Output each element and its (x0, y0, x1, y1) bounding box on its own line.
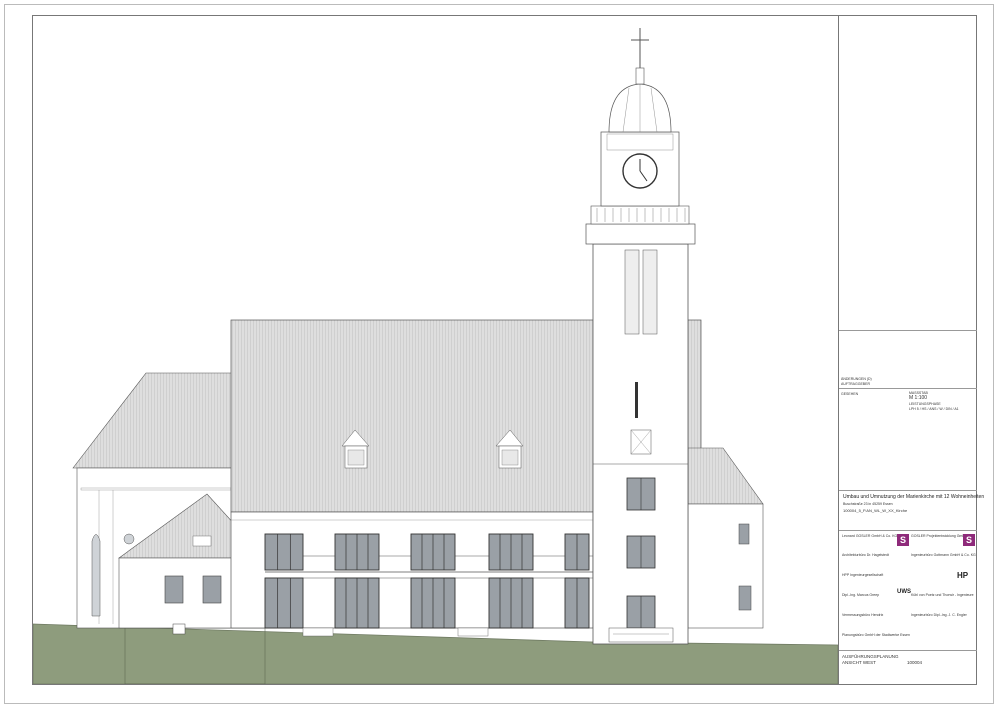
stage-caption: LEISTUNGSPHASE (909, 402, 941, 406)
scale-value: M 1:100 (909, 395, 928, 401)
revision-label: ÄNDERUNGEN (D) (841, 377, 872, 381)
revision-table: ÄNDERUNGEN (D) AUFTRAGGEBER (839, 330, 977, 388)
structural-engineer: Dipl.-Ing. Marcus Greep (842, 593, 880, 597)
plan-phase: AUSFÜHRUNGSPLANUNG (842, 654, 899, 659)
annex-door (172, 623, 186, 635)
project-row: Umbau und Umnutzung der Marienkirche mit… (839, 490, 984, 530)
annex-window-1 (164, 575, 184, 604)
nave-window (264, 533, 304, 571)
tower-louvre-right (642, 249, 658, 335)
scale-row: GESEHEN MASSSTAB M 1:100 LEISTUNGSPHASE … (839, 388, 977, 420)
title-block: ÄNDERUNGEN (D) AUFTRAGGEBER GESEHEN MASS… (838, 16, 984, 684)
plan-title-row: AUSFÜHRUNGSPLANUNG ANSICHT WEST 100004 (839, 650, 977, 684)
left-round-window (123, 533, 135, 545)
architect-name: Architekturbüro Dr. Hagelstedt (842, 553, 889, 557)
ground-terrain (33, 623, 838, 684)
church-elevation-west (33, 28, 838, 684)
nave-window (264, 577, 304, 629)
right-aisle-roof (687, 447, 764, 505)
developer-name: GOSLER Projektentwicklung GmbH (911, 534, 967, 538)
plan-view: ANSICHT WEST (842, 660, 876, 665)
fire-engineer: Kühl von Poetz und Thorwir - Ingenieure (911, 593, 974, 597)
engineer-name: Ingenieurbüro Gottmann GmbH & Co. KG (911, 553, 976, 557)
partner-logo: UWS (897, 589, 911, 595)
right-aisle-window-2 (738, 585, 752, 611)
energy-engineer: Ingenieurbüro Dipl.-Ing. J. C. Engler (911, 613, 967, 617)
right-aisle-wall (687, 503, 764, 629)
developer-logo: S (963, 534, 975, 546)
surveyor-office: Planungsbüro GmbH der Stadtwerke Essen (842, 633, 910, 637)
tower-steps (608, 627, 674, 643)
client-name: Leonard GOSLER GmbH & Co. KG (842, 534, 898, 538)
right-aisle-window-1 (738, 523, 750, 545)
plan-code: LPH 5 / HS / ANS / W / DIN / A1 (909, 407, 959, 411)
drawing-id: 100004_5_P.AN_WL_W_XX_Kirche (843, 508, 908, 513)
stamp-caption: GESEHEN (841, 392, 859, 396)
tower-cornice (585, 223, 696, 245)
planning-logo: HP (957, 571, 969, 580)
planning-office: HPP Ingenieurgesellschaft (842, 573, 884, 577)
client-logo: S (897, 534, 909, 546)
survey-office: Vermessungsbüro Hendrix (842, 613, 884, 617)
annex-window-2 (202, 575, 222, 604)
plan-number: 100004 (907, 660, 923, 665)
project-title: Umbau und Umnutzung der Marienkirche mit… (843, 494, 985, 500)
revision-sub: AUFTRAGGEBER (841, 382, 870, 386)
tower-louvre-left (624, 249, 640, 335)
left-aisle-roof (72, 372, 234, 469)
left-arched-window (91, 534, 101, 617)
participants-block: Leonard GOSLER GmbH & Co. KG S GOSLER Pr… (839, 530, 977, 650)
project-address: Buschstraße 23 in 45259 Essen (843, 502, 893, 506)
